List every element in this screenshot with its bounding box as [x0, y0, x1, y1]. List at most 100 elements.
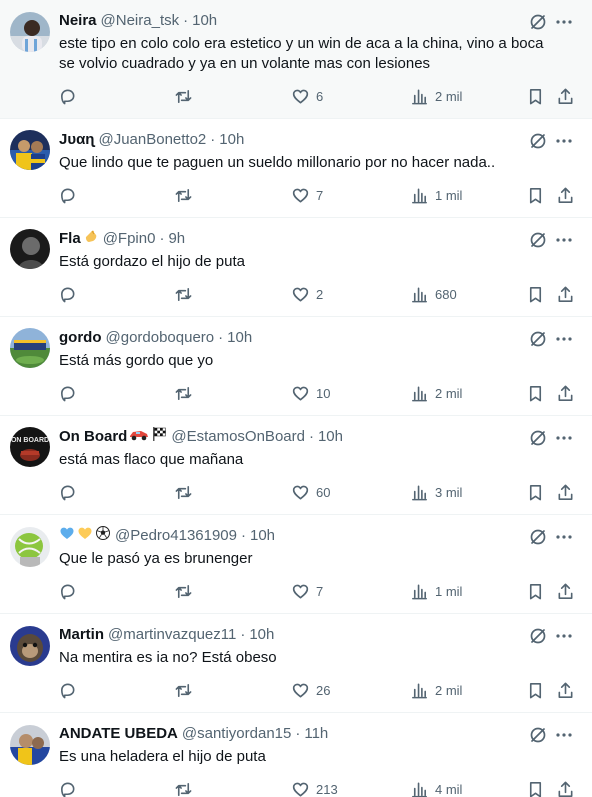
bookmark-button[interactable] [526, 581, 545, 601]
more-icon[interactable] [554, 527, 574, 547]
reply-tweet[interactable]: ANDATE UBEDA @santiyordan15 · 11h Es una… [0, 713, 592, 797]
like-button[interactable]: 60 [291, 482, 330, 502]
share-button[interactable] [556, 482, 575, 502]
avatar[interactable] [10, 725, 50, 765]
display-name[interactable]: gordo [59, 328, 102, 348]
reply-tweet[interactable]: ON BOARD On Board @EstamosOnBoard · 10h … [0, 416, 592, 515]
user-handle[interactable]: @Pedro41361909 [115, 526, 237, 546]
share-button[interactable] [556, 581, 575, 601]
user-handle[interactable]: @Fpin0 [103, 229, 156, 249]
timestamp[interactable]: 10h [219, 130, 244, 150]
grok-icon[interactable] [528, 131, 548, 151]
like-button[interactable]: 6 [291, 86, 323, 106]
reply-tweet[interactable]: @Pedro41361909 · 10h Que le pasó ya es b… [0, 515, 592, 614]
timestamp[interactable]: 11h [304, 724, 328, 744]
like-button[interactable]: 7 [291, 581, 323, 601]
retweet-button[interactable] [174, 482, 193, 502]
more-icon[interactable] [554, 428, 574, 448]
more-icon[interactable] [554, 230, 574, 250]
user-handle[interactable]: @EstamosOnBoard [171, 427, 305, 447]
avatar[interactable] [10, 12, 50, 52]
display-name[interactable]: ANDATE UBEDA [59, 724, 178, 744]
more-icon[interactable] [554, 626, 574, 646]
display-name[interactable]: Jυαɳ [59, 130, 94, 150]
views-button[interactable]: 4 mil [410, 779, 462, 797]
avatar[interactable] [10, 130, 50, 170]
reply-tweet[interactable]: Jυαɳ @JuanBonetto2 · 10h Que lindo que t… [0, 119, 592, 218]
like-button[interactable]: 213 [291, 779, 338, 797]
like-button[interactable]: 10 [291, 383, 330, 403]
retweet-button[interactable] [174, 86, 193, 106]
like-button[interactable]: 2 [291, 284, 323, 304]
timestamp[interactable]: 10h [227, 328, 252, 348]
more-icon[interactable] [554, 725, 574, 745]
reply-tweet[interactable]: gordo @gordoboquero · 10h Está más gordo… [0, 317, 592, 416]
like-button[interactable]: 26 [291, 680, 330, 700]
grok-icon[interactable] [528, 329, 548, 349]
avatar[interactable] [10, 328, 50, 368]
grok-icon[interactable] [528, 725, 548, 745]
views-button[interactable]: 2 mil [410, 86, 462, 106]
more-icon[interactable] [554, 131, 574, 151]
bookmark-button[interactable] [526, 779, 545, 797]
share-button[interactable] [556, 383, 575, 403]
user-handle[interactable]: @Neira_tsk [101, 11, 180, 31]
views-button[interactable]: 1 mil [410, 185, 462, 205]
timestamp[interactable]: 9h [168, 229, 185, 249]
timestamp[interactable]: 10h [192, 11, 217, 31]
grok-icon[interactable] [528, 527, 548, 547]
grok-icon[interactable] [528, 12, 548, 32]
reply-button[interactable] [58, 482, 77, 502]
reply-button[interactable] [58, 86, 77, 106]
display-name[interactable]: Martin [59, 625, 104, 645]
timestamp[interactable]: 10h [318, 427, 343, 447]
bookmark-button[interactable] [526, 482, 545, 502]
retweet-button[interactable] [174, 284, 193, 304]
retweet-button[interactable] [174, 383, 193, 403]
share-button[interactable] [556, 284, 575, 304]
grok-icon[interactable] [528, 626, 548, 646]
bookmark-button[interactable] [526, 284, 545, 304]
share-button[interactable] [556, 779, 575, 797]
display-name[interactable]: On Board [59, 427, 127, 447]
reply-button[interactable] [58, 284, 77, 304]
avatar[interactable] [10, 527, 50, 567]
display-name[interactable]: Fla [59, 229, 81, 249]
user-handle[interactable]: @martinvazquez11 [108, 625, 236, 645]
views-button[interactable]: 680 [410, 284, 457, 304]
avatar[interactable]: ON BOARD [10, 427, 50, 467]
reply-button[interactable] [58, 680, 77, 700]
grok-icon[interactable] [528, 230, 548, 250]
views-button[interactable]: 2 mil [410, 680, 462, 700]
share-button[interactable] [556, 680, 575, 700]
views-button[interactable]: 2 mil [410, 383, 462, 403]
bookmark-button[interactable] [526, 86, 545, 106]
grok-icon[interactable] [528, 428, 548, 448]
user-handle[interactable]: @santiyordan15 [182, 724, 291, 744]
reply-button[interactable] [58, 779, 77, 797]
reply-button[interactable] [58, 581, 77, 601]
reply-button[interactable] [58, 185, 77, 205]
like-button[interactable]: 7 [291, 185, 323, 205]
reply-tweet[interactable]: Martin @martinvazquez11 · 10h Na mentira… [0, 614, 592, 713]
avatar[interactable] [10, 626, 50, 666]
retweet-button[interactable] [174, 581, 193, 601]
share-button[interactable] [556, 86, 575, 106]
reply-tweet[interactable]: Fla @Fpin0 · 9h Está gordazo el hijo de … [0, 218, 592, 317]
more-icon[interactable] [554, 329, 574, 349]
views-button[interactable]: 1 mil [410, 581, 462, 601]
retweet-button[interactable] [174, 779, 193, 797]
user-handle[interactable]: @JuanBonetto2 [98, 130, 206, 150]
user-handle[interactable]: @gordoboquero [106, 328, 215, 348]
timestamp[interactable]: 10h [249, 625, 274, 645]
more-icon[interactable] [554, 12, 574, 32]
views-button[interactable]: 3 mil [410, 482, 462, 502]
retweet-button[interactable] [174, 185, 193, 205]
retweet-button[interactable] [174, 680, 193, 700]
reply-button[interactable] [58, 383, 77, 403]
share-button[interactable] [556, 185, 575, 205]
timestamp[interactable]: 10h [250, 526, 275, 546]
bookmark-button[interactable] [526, 383, 545, 403]
bookmark-button[interactable] [526, 680, 545, 700]
avatar[interactable] [10, 229, 50, 269]
